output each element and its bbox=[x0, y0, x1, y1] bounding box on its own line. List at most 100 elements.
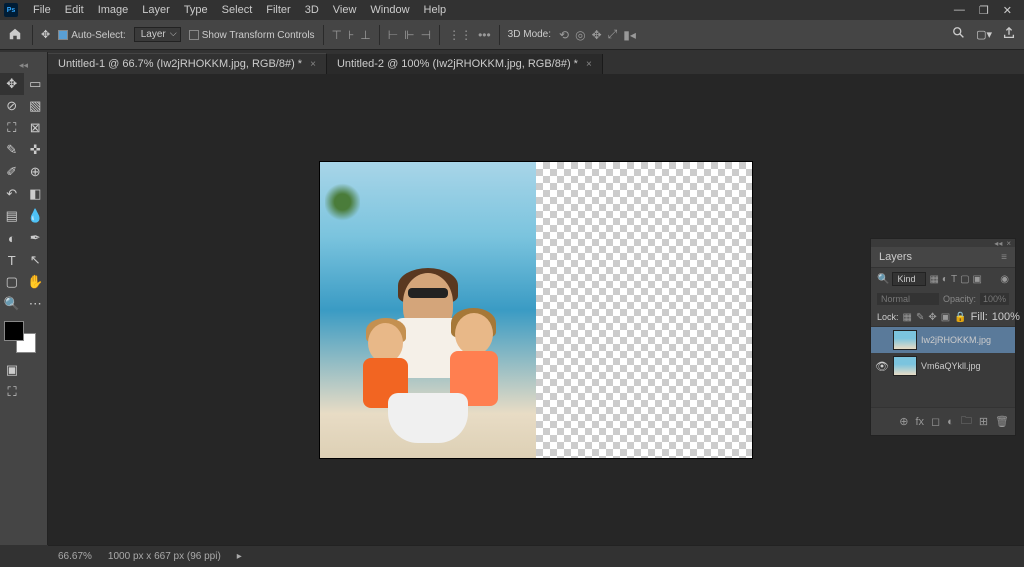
toolbox-collapse-icon[interactable]: ◂◂ bbox=[0, 60, 47, 71]
menu-select[interactable]: Select bbox=[215, 4, 260, 16]
layer-name[interactable]: Vm6aQYkll.jpg bbox=[921, 361, 981, 371]
filter-shape-icon[interactable]: ▢ bbox=[960, 274, 969, 285]
zoom-tool[interactable]: 🔍 bbox=[0, 293, 24, 315]
menu-window[interactable]: Window bbox=[363, 4, 416, 16]
3d-roll-icon[interactable]: ◎ bbox=[575, 28, 585, 42]
collapse-icon[interactable]: ◂◂ bbox=[994, 239, 1002, 248]
menu-layer[interactable]: Layer bbox=[135, 4, 177, 16]
eraser-tool[interactable]: ◧ bbox=[24, 183, 48, 205]
layer-style-icon[interactable]: fx bbox=[915, 416, 924, 428]
delete-layer-icon[interactable]: 🗑 bbox=[995, 415, 1009, 428]
menu-view[interactable]: View bbox=[326, 4, 364, 16]
gradient-tool[interactable]: ▤ bbox=[0, 205, 24, 227]
window-minimize[interactable]: — bbox=[954, 4, 965, 17]
menu-filter[interactable]: Filter bbox=[259, 4, 297, 16]
marquee-tool[interactable]: ▭ bbox=[24, 73, 48, 95]
distribute-icon[interactable]: ⋮⋮ bbox=[448, 28, 472, 42]
history-brush-tool[interactable]: ↶ bbox=[0, 183, 24, 205]
document-info[interactable]: 1000 px x 667 px (96 ppi) bbox=[108, 551, 221, 562]
eyedropper-tool[interactable]: ✎ bbox=[0, 139, 24, 161]
new-layer-icon[interactable]: ⊞ bbox=[979, 415, 988, 428]
3d-orbit-icon[interactable]: ⟲ bbox=[559, 28, 569, 42]
workspace-icon[interactable]: ▢▾ bbox=[976, 28, 992, 41]
filter-type-icon[interactable]: T bbox=[951, 274, 957, 285]
panel-menu-icon[interactable]: ≡ bbox=[1001, 252, 1007, 263]
3d-camera-icon[interactable]: ▮◂ bbox=[623, 28, 636, 42]
align-left-icon[interactable]: ⊢ bbox=[388, 28, 398, 42]
search-icon[interactable] bbox=[952, 26, 966, 43]
home-icon[interactable] bbox=[8, 27, 24, 43]
hand-tool[interactable]: ✋ bbox=[24, 271, 48, 293]
auto-select-dropdown[interactable]: Layer bbox=[134, 27, 181, 42]
type-tool[interactable]: T bbox=[0, 249, 24, 271]
blur-tool[interactable]: 💧 bbox=[24, 205, 48, 227]
menu-help[interactable]: Help bbox=[417, 4, 454, 16]
document-tab-2[interactable]: Untitled-2 @ 100% (Iw2jRHOKKM.jpg, RGB/8… bbox=[327, 54, 603, 74]
stamp-tool[interactable]: ⊕ bbox=[24, 161, 48, 183]
align-top-icon[interactable]: ⊤ bbox=[332, 28, 342, 42]
panel-close-icon[interactable]: × bbox=[1006, 239, 1011, 248]
lock-all-icon[interactable]: 🔒 bbox=[954, 312, 966, 323]
filter-kind-dropdown[interactable]: Kind bbox=[892, 272, 926, 286]
auto-select-checkbox[interactable] bbox=[58, 30, 68, 40]
lock-pixels-icon[interactable]: ✎ bbox=[916, 312, 924, 323]
tab-close-icon[interactable]: × bbox=[586, 59, 592, 70]
pen-tool[interactable]: ✒ bbox=[24, 227, 48, 249]
zoom-level[interactable]: 66.67% bbox=[58, 551, 92, 562]
dodge-tool[interactable]: ◐ bbox=[0, 227, 24, 249]
layer-row[interactable]: Iw2jRHOKKM.jpg bbox=[871, 327, 1015, 353]
panel-handle[interactable]: ◂◂ × bbox=[871, 239, 1015, 247]
filter-toggle-icon[interactable]: ◉ bbox=[1000, 274, 1009, 285]
edit-toolbar[interactable]: ⋯ bbox=[24, 293, 48, 315]
document-canvas[interactable] bbox=[320, 162, 752, 458]
adjustment-layer-icon[interactable]: ◐ bbox=[947, 416, 954, 428]
filter-adjust-icon[interactable]: ◐ bbox=[942, 274, 948, 285]
foreground-color[interactable] bbox=[4, 321, 24, 341]
group-icon[interactable]: 🗀 bbox=[961, 412, 972, 431]
layer-thumbnail[interactable] bbox=[893, 356, 917, 376]
menu-image[interactable]: Image bbox=[91, 4, 136, 16]
path-tool[interactable]: ↖ bbox=[24, 249, 48, 271]
selection-tool[interactable]: ▧ bbox=[24, 95, 48, 117]
link-layers-icon[interactable]: ⊕ bbox=[899, 415, 908, 428]
menu-type[interactable]: Type bbox=[177, 4, 215, 16]
shape-tool[interactable]: ▢ bbox=[0, 271, 24, 293]
window-restore[interactable]: ❐ bbox=[979, 4, 989, 17]
menu-3d[interactable]: 3D bbox=[298, 4, 326, 16]
color-swatches[interactable] bbox=[4, 321, 36, 353]
filter-pixel-icon[interactable]: ▦ bbox=[929, 274, 938, 285]
align-right-icon[interactable]: ⊣ bbox=[421, 28, 431, 42]
opacity-value[interactable]: 100% bbox=[980, 293, 1009, 305]
window-close[interactable]: ✕ bbox=[1003, 4, 1012, 17]
filter-smart-icon[interactable]: ▣ bbox=[973, 274, 982, 285]
lock-artboard-icon[interactable]: ▣ bbox=[941, 312, 950, 323]
menu-edit[interactable]: Edit bbox=[58, 4, 91, 16]
panel-tab-layers[interactable]: Layers ≡ bbox=[871, 247, 1015, 268]
show-transform-checkbox[interactable] bbox=[189, 30, 199, 40]
crop-tool[interactable]: ⛶ bbox=[0, 117, 24, 139]
lasso-tool[interactable]: ⊘ bbox=[0, 95, 24, 117]
3d-slide-icon[interactable]: ⤢ bbox=[608, 27, 618, 42]
info-caret-icon[interactable]: ▸ bbox=[237, 551, 242, 562]
visibility-toggle[interactable]: 👁 bbox=[875, 360, 889, 373]
layer-row[interactable]: 👁 Vm6aQYkll.jpg bbox=[871, 353, 1015, 379]
screenmode-tool[interactable]: ⛶ bbox=[0, 381, 24, 403]
document-tab-1[interactable]: Untitled-1 @ 66.7% (Iw2jRHOKKM.jpg, RGB/… bbox=[48, 53, 327, 74]
more-icon[interactable]: ••• bbox=[478, 28, 491, 42]
align-bottom-icon[interactable]: ⊥ bbox=[360, 28, 370, 42]
layer-name[interactable]: Iw2jRHOKKM.jpg bbox=[921, 335, 991, 345]
align-middle-icon[interactable]: ⊦ bbox=[348, 28, 354, 42]
tab-close-icon[interactable]: × bbox=[310, 59, 316, 70]
quickmask-tool[interactable]: ▣ bbox=[0, 359, 24, 381]
healing-tool[interactable]: ✜ bbox=[24, 139, 48, 161]
layer-mask-icon[interactable]: ◻ bbox=[931, 415, 940, 428]
layer-thumbnail[interactable] bbox=[893, 330, 917, 350]
blend-mode-dropdown[interactable]: Normal bbox=[877, 293, 939, 305]
lock-transparency-icon[interactable]: ▦ bbox=[903, 312, 912, 323]
move-tool[interactable]: ✥ bbox=[0, 73, 24, 95]
fill-value[interactable]: 100% bbox=[992, 311, 1020, 323]
menu-file[interactable]: File bbox=[26, 4, 58, 16]
brush-tool[interactable]: ✐ bbox=[0, 161, 24, 183]
3d-pan-icon[interactable]: ✥ bbox=[592, 28, 602, 42]
align-center-icon[interactable]: ⊩ bbox=[404, 28, 414, 42]
